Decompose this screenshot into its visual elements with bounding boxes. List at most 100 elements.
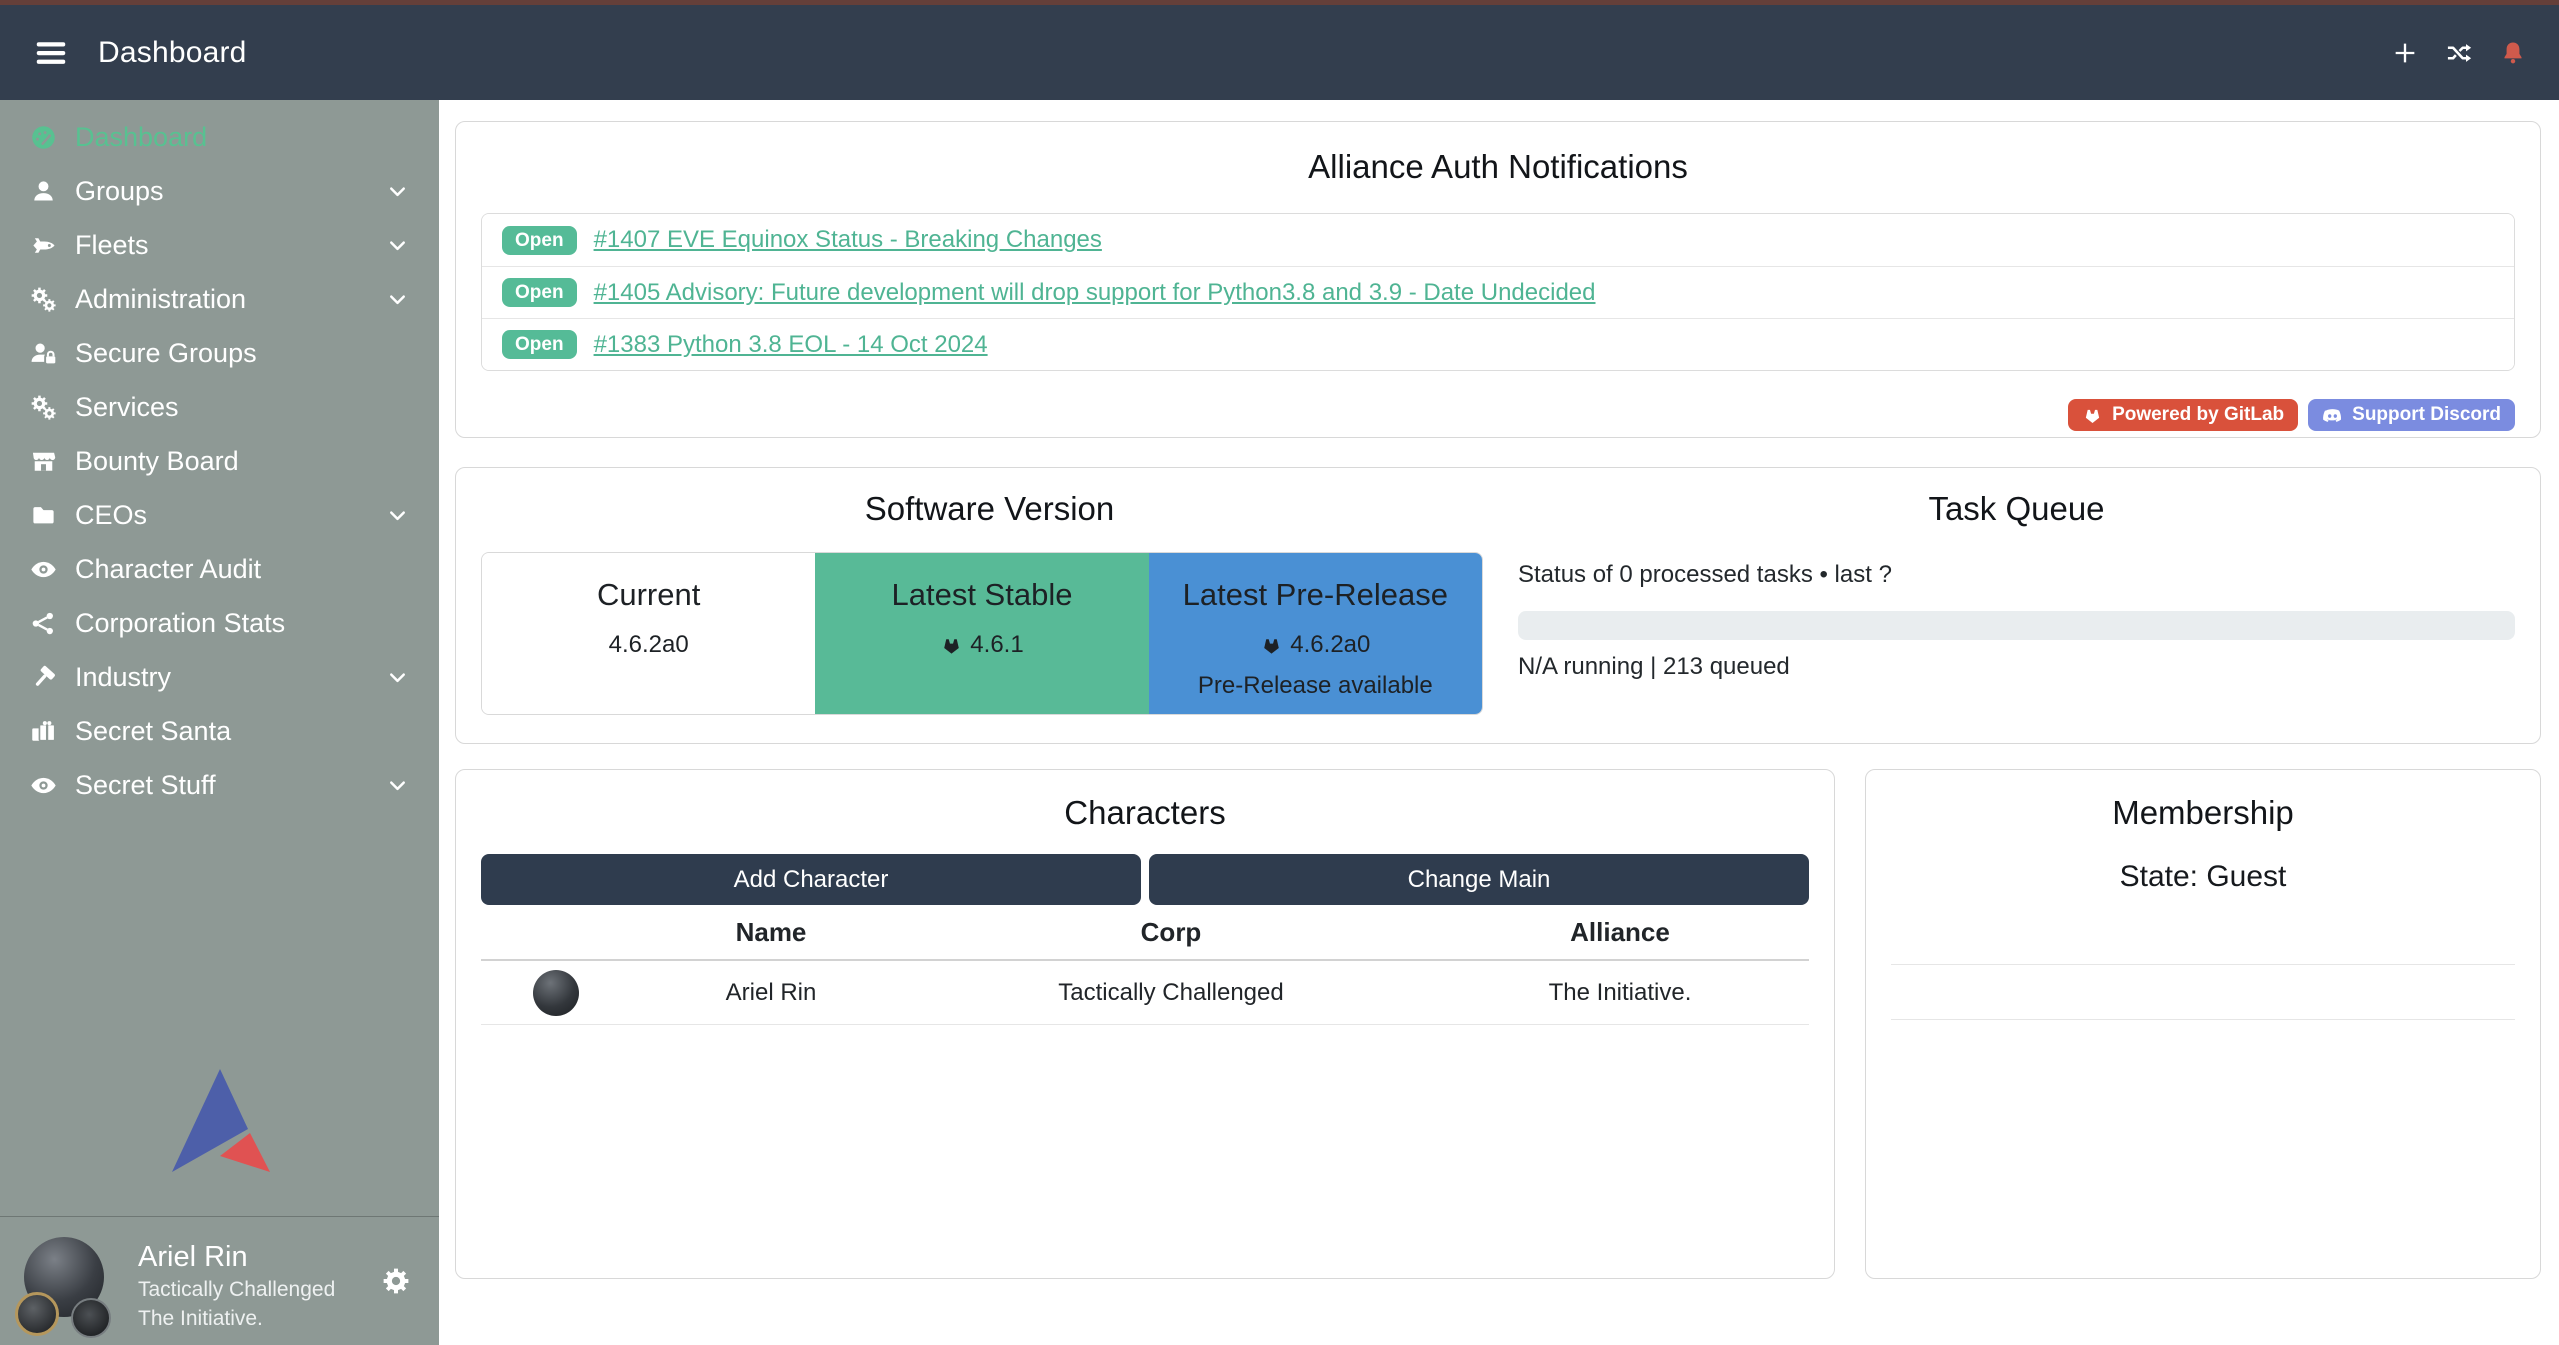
sidebar-item-ceos[interactable]: CEOs — [0, 488, 439, 542]
sidebar-item-label: Corporation Stats — [75, 608, 386, 639]
external-badges-row: Powered by GitLab Support Discord — [481, 399, 2515, 431]
chevron-down-icon — [386, 288, 409, 311]
chevron-down-icon — [386, 774, 409, 797]
notification-row: Open #1383 Python 3.8 EOL - 14 Oct 2024 — [482, 318, 2514, 370]
user-name: Ariel Rin — [138, 1239, 415, 1275]
sidebar-item-label: Administration — [75, 284, 386, 315]
characters-table-body: Ariel Rin Tactically Challenged The Init… — [481, 961, 1809, 1025]
header-name: Name — [631, 917, 911, 948]
eye-icon — [30, 556, 57, 583]
version-comparison-box: Current 4.6.2a0 Latest Stable 4.6.1 Late… — [481, 552, 1483, 715]
sidebar-item-administration[interactable]: Administration — [0, 272, 439, 326]
shuffle-icon[interactable] — [2445, 39, 2473, 67]
sidebar: Dashboard Groups Fleets Administration S… — [0, 100, 439, 1345]
membership-group-row — [1891, 965, 2515, 1020]
plus-icon[interactable] — [2391, 39, 2419, 67]
change-main-button[interactable]: Change Main — [1149, 854, 1809, 905]
membership-group-list — [1891, 910, 2515, 1020]
sidebar-bottom: Ariel Rin Tactically Challenged The Init… — [0, 1066, 439, 1345]
sidebar-item-secure-groups[interactable]: Secure Groups — [0, 326, 439, 380]
add-character-button[interactable]: Add Character — [481, 854, 1141, 905]
version-taskqueue-card: Software Version Current 4.6.2a0 Latest … — [455, 467, 2541, 744]
task-queue-progress-bar — [1518, 611, 2515, 640]
navbar-actions — [2391, 39, 2527, 67]
hamburger-menu-icon[interactable] — [32, 34, 70, 72]
sidebar-item-label: CEOs — [75, 500, 386, 531]
bell-icon[interactable] — [2499, 39, 2527, 67]
store-icon — [30, 448, 57, 475]
characters-card: Characters Add Character Change Main Nam… — [455, 769, 1835, 1279]
shuttle-icon — [30, 232, 57, 259]
character-alliance: The Initiative. — [1431, 979, 1809, 1007]
sidebar-item-dashboard[interactable]: Dashboard — [0, 110, 439, 164]
notification-row: Open #1407 EVE Equinox Status - Breaking… — [482, 214, 2514, 266]
gifts-icon — [30, 718, 57, 745]
sidebar-item-groups[interactable]: Groups — [0, 164, 439, 218]
membership-state: State: Guest — [1891, 860, 2515, 894]
chevron-down-icon — [386, 504, 409, 527]
sidebar-item-services[interactable]: Services — [0, 380, 439, 434]
membership-card: Membership State: Guest — [1865, 769, 2541, 1279]
sidebar-item-label: Dashboard — [75, 122, 386, 153]
badge-label: Powered by GitLab — [2112, 404, 2284, 426]
character-row: Ariel Rin Tactically Challenged The Init… — [481, 961, 1809, 1025]
notifications-list: Open #1407 EVE Equinox Status - Breaking… — [481, 213, 2515, 371]
software-version-title: Software Version — [481, 490, 1498, 528]
sidebar-item-bounty-board[interactable]: Bounty Board — [0, 434, 439, 488]
share-icon — [30, 610, 57, 637]
user-avatar-stack — [24, 1237, 104, 1317]
chevron-down-icon — [386, 234, 409, 257]
sidebar-item-label: Services — [75, 392, 386, 423]
sidebar-item-label: Groups — [75, 176, 386, 207]
header-corp: Corp — [911, 917, 1431, 948]
user-settings-gear-icon[interactable] — [381, 1266, 411, 1296]
discord-badge[interactable]: Support Discord — [2308, 399, 2515, 431]
characters-title: Characters — [481, 794, 1809, 832]
notification-link[interactable]: #1407 EVE Equinox Status - Breaking Chan… — [594, 226, 1102, 254]
gears-icon — [30, 286, 57, 313]
membership-group-row — [1891, 910, 2515, 965]
folder-icon — [30, 502, 57, 529]
sidebar-item-label: Character Audit — [75, 554, 386, 585]
version-column-heading: Latest Stable — [815, 577, 1148, 613]
sidebar-item-secret-santa[interactable]: Secret Santa — [0, 704, 439, 758]
version-column: Latest Stable 4.6.1 — [815, 553, 1148, 714]
status-badge: Open — [502, 278, 577, 307]
sidebar-item-secret-stuff[interactable]: Secret Stuff — [0, 758, 439, 812]
sidebar-item-label: Fleets — [75, 230, 386, 261]
status-badge: Open — [502, 226, 577, 255]
discord-icon — [2322, 405, 2343, 426]
hammer-icon — [30, 664, 57, 691]
corp-logo-badge — [15, 1292, 59, 1336]
version-value: 4.6.1 — [970, 631, 1023, 659]
version-column-heading: Current — [482, 577, 815, 613]
sidebar-item-label: Bounty Board — [75, 446, 386, 477]
sidebar-item-label: Industry — [75, 662, 386, 693]
sidebar-item-label: Secret Santa — [75, 716, 386, 747]
header-alliance: Alliance — [1431, 917, 1809, 948]
gitlab-badge[interactable]: Powered by GitLab — [2068, 399, 2298, 431]
page-title: Dashboard — [98, 36, 247, 70]
sidebar-item-label: Secure Groups — [75, 338, 386, 369]
version-value: 4.6.2a0 — [609, 631, 689, 659]
task-queue-title: Task Queue — [1518, 490, 2515, 528]
main-content: Alliance Auth Notifications Open #1407 E… — [439, 100, 2559, 1345]
sidebar-item-industry[interactable]: Industry — [0, 650, 439, 704]
notification-link[interactable]: #1383 Python 3.8 EOL - 14 Oct 2024 — [594, 331, 988, 359]
notification-link[interactable]: #1405 Advisory: Future development will … — [594, 279, 1596, 307]
version-column: Current 4.6.2a0 — [482, 553, 815, 714]
sidebar-item-fleets[interactable]: Fleets — [0, 218, 439, 272]
eye-icon — [30, 772, 57, 799]
chevron-down-icon — [386, 180, 409, 203]
sidebar-item-corporation-stats[interactable]: Corporation Stats — [0, 596, 439, 650]
notifications-title: Alliance Auth Notifications — [481, 148, 2515, 186]
badge-label: Support Discord — [2352, 404, 2501, 426]
task-queue-section: Task Queue Status of 0 processed tasks •… — [1498, 490, 2515, 743]
top-navbar: Dashboard — [0, 5, 2559, 100]
sidebar-item-character-audit[interactable]: Character Audit — [0, 542, 439, 596]
character-corp: Tactically Challenged — [911, 979, 1431, 1007]
user-lock-icon — [30, 340, 57, 367]
software-version-section: Software Version Current 4.6.2a0 Latest … — [481, 490, 1498, 743]
notification-row: Open #1405 Advisory: Future development … — [482, 266, 2514, 318]
version-column-heading: Latest Pre-Release — [1149, 577, 1482, 613]
